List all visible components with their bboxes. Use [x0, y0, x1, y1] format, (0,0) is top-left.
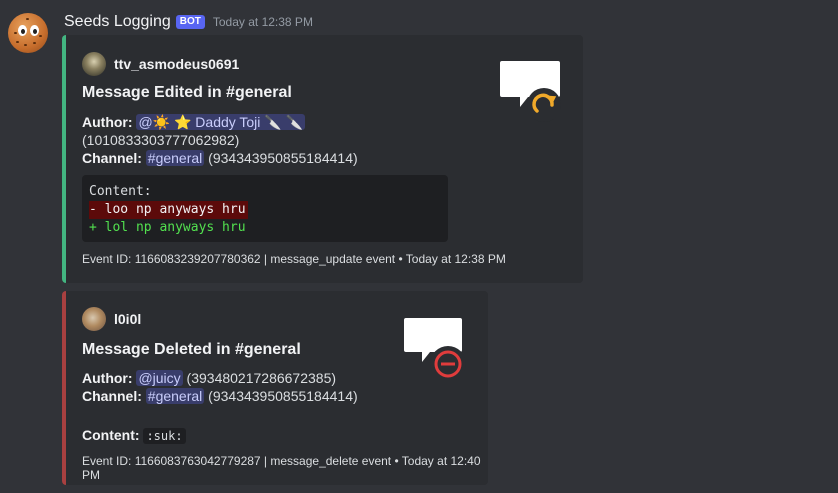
- user-mention[interactable]: @☀️ ⭐ Daddy Toji 🔪 🔪: [136, 114, 306, 130]
- avatar-seed: [16, 41, 19, 43]
- content-label: Content:: [82, 427, 140, 443]
- avatar-eye: [18, 25, 27, 36]
- channel-mention[interactable]: #general: [145, 150, 205, 166]
- channel-field: Channel: #general (934343950855184414): [82, 387, 358, 405]
- embed-author: ttv_asmodeus0691: [82, 52, 239, 76]
- embed-title: Message Edited in #general: [82, 84, 292, 101]
- author-id: (393480217286672385): [186, 370, 337, 386]
- message-edit-icon: [500, 61, 561, 122]
- embed-footer: Event ID: 1166083763042779287 | message_…: [82, 454, 481, 482]
- content-value: :suk:: [143, 428, 186, 444]
- channel-label: Channel:: [82, 388, 142, 404]
- diff-codeblock: Content: - loo np anyways hru + lol np a…: [82, 175, 448, 242]
- author-label: Author:: [82, 370, 133, 386]
- diff-added-line: + lol np anyways hru: [89, 220, 246, 235]
- avatar-seed: [14, 32, 17, 34]
- embed-footer: Event ID: 1166083239207780362 | message_…: [82, 252, 506, 266]
- channel-id: (934343950855184414): [208, 388, 358, 404]
- avatar-eye: [30, 25, 39, 36]
- message-delete-icon: [404, 318, 466, 380]
- avatar-seed: [33, 42, 36, 44]
- message-header: Seeds Logging BOT Today at 12:38 PM: [64, 12, 313, 32]
- author-avatar[interactable]: [82, 52, 106, 76]
- bot-username[interactable]: Seeds Logging: [64, 13, 171, 31]
- message-timestamp[interactable]: Today at 12:38 PM: [213, 15, 313, 29]
- author-avatar[interactable]: [82, 307, 106, 331]
- embed-title: Message Deleted in #general: [82, 341, 301, 358]
- channel-label: Channel:: [82, 150, 142, 166]
- author-label: Author:: [82, 114, 133, 130]
- user-mention[interactable]: @juicy: [136, 370, 183, 386]
- embed-author: l0i0l: [82, 307, 141, 331]
- author-field: Author: @juicy (393480217286672385): [82, 369, 336, 387]
- channel-id: (934343950855184414): [208, 150, 358, 166]
- channel-mention[interactable]: #general: [145, 388, 205, 404]
- avatar-seed: [39, 35, 42, 37]
- bot-badge: BOT: [175, 15, 205, 29]
- content-field: Content: :suk:: [82, 426, 186, 445]
- embed-author-name[interactable]: ttv_asmodeus0691: [114, 56, 239, 72]
- diff-removed-line: - loo np anyways hru: [89, 201, 248, 219]
- code-header: Content:: [89, 184, 152, 199]
- author-field: Author: @☀️ ⭐ Daddy Toji 🔪 🔪 (1010833303…: [82, 113, 306, 149]
- author-id: (1010833303777062982): [82, 132, 240, 148]
- embed-message-edited: ttv_asmodeus0691 Message Edited in #gene…: [62, 35, 583, 283]
- embed-message-deleted: l0i0l Message Deleted in #general Author…: [62, 291, 488, 485]
- embed-author-name[interactable]: l0i0l: [114, 311, 141, 327]
- bot-avatar[interactable]: [8, 13, 48, 53]
- avatar-seed: [26, 18, 29, 20]
- avatar-seed: [24, 44, 27, 46]
- channel-field: Channel: #general (934343950855184414): [82, 149, 358, 167]
